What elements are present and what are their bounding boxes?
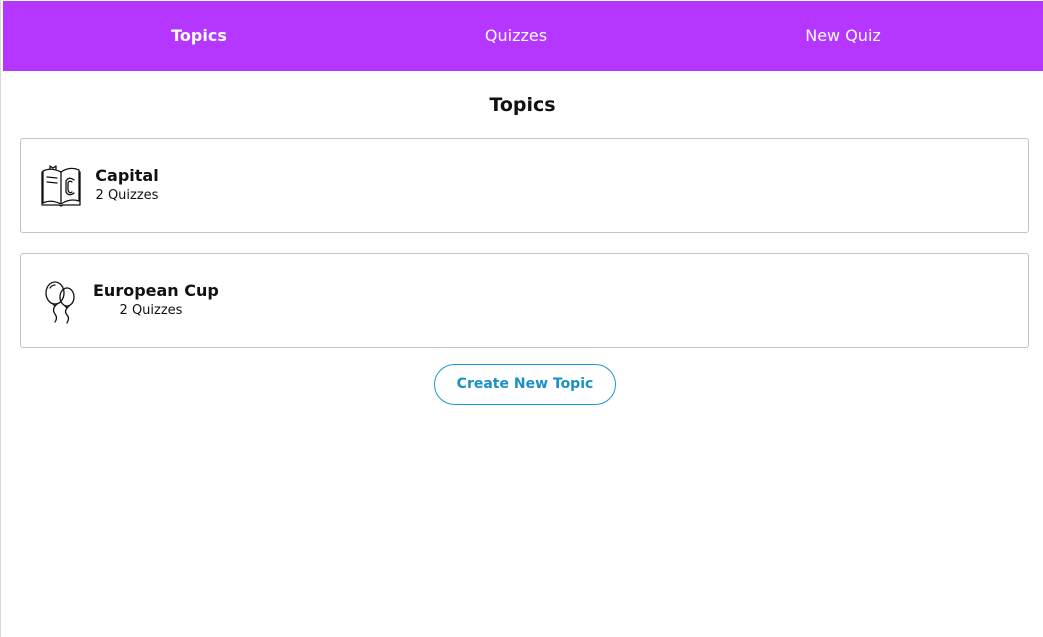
topic-text: European Cup 2 Quizzes [93,280,219,320]
topic-quiz-count: 2 Quizzes [119,303,183,318]
topic-text: Capital 2 Quizzes [91,165,163,205]
nav-link-new-quiz[interactable]: New Quiz [783,1,903,71]
nav-link-topics[interactable]: Topics [149,1,249,71]
page-title: Topics [489,94,556,116]
balloons-icon [39,280,85,324]
topic-quiz-count: 2 Quizzes [95,188,159,203]
create-new-topic-button[interactable]: Create New Topic [434,364,616,405]
topic-card-capital[interactable]: Capital 2 Quizzes [20,138,1029,233]
topic-name: European Cup [93,281,219,300]
topic-card-european-cup[interactable]: European Cup 2 Quizzes [20,253,1029,348]
app-root: Topics Quizzes New Quiz Topics Capital 2… [0,0,1043,637]
nav-link-quizzes[interactable]: Quizzes [466,1,566,71]
topic-name: Capital [95,166,159,185]
book-icon [39,165,85,209]
top-navbar: Topics Quizzes New Quiz [3,1,1043,71]
